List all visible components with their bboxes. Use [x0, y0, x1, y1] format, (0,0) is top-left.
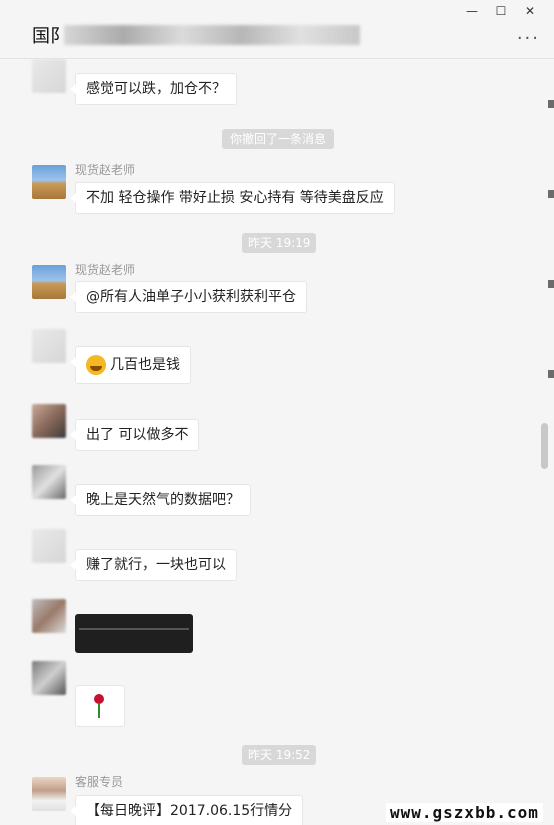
timestamp: 昨天 19:19 [242, 233, 317, 253]
minimize-button[interactable]: — [462, 3, 482, 19]
blurred-title-region [64, 25, 360, 45]
avatar[interactable] [32, 404, 66, 438]
message-bubble[interactable]: @所有人油单子小小获利获利平仓 [70, 281, 307, 313]
recall-notice: 你撤回了一条消息 [222, 129, 335, 149]
sender-name: 客服专员 [75, 775, 124, 789]
timestamp: 昨天 19:52 [242, 745, 317, 765]
image-message[interactable] [75, 614, 193, 653]
avatar[interactable] [32, 777, 66, 811]
watermark: www.gszxbb.com [386, 803, 543, 822]
close-button[interactable]: ✕ [520, 3, 540, 19]
avatar[interactable] [32, 599, 66, 633]
chat-message-list: 感觉可以跌，加仓不？ 你撤回了一条消息 现货赵老师 不加 轻仓操作 带好止损 安… [0, 59, 543, 825]
message-bubble[interactable]: 几百也是钱 [70, 346, 191, 384]
avatar[interactable] [32, 529, 66, 563]
image-content [79, 628, 189, 630]
rose-icon [94, 694, 104, 704]
message-bubble[interactable]: 【每日晚评】2017.06.15行情分 [69, 795, 304, 825]
avatar[interactable] [32, 265, 66, 299]
message-text: 几百也是钱 [110, 357, 180, 373]
message-bubble[interactable]: 感觉可以跌，加仓不？ [70, 73, 237, 105]
background-window-edge [548, 60, 554, 460]
message-bubble[interactable]: 不加 轻仓操作 带好止损 安心持有 等待美盘反应 [70, 182, 395, 214]
sender-name: 现货赵老师 [75, 163, 136, 177]
chat-title: 国阝 [32, 26, 68, 47]
avatar[interactable] [32, 661, 66, 695]
rose-stem [98, 704, 100, 718]
avatar[interactable] [32, 465, 66, 499]
avatar[interactable] [32, 59, 66, 93]
more-options-icon[interactable]: ··· [517, 28, 540, 49]
message-bubble[interactable]: 晚上是天然气的数据吧？ [70, 484, 251, 516]
maximize-button[interactable]: ☐ [491, 3, 511, 19]
title-bar: 国阝 — ☐ ✕ ··· [0, 0, 554, 59]
avatar[interactable] [32, 165, 66, 199]
grin-emoji-icon [86, 355, 106, 375]
message-bubble[interactable]: 出了 可以做多不 [69, 419, 200, 451]
sender-name: 现货赵老师 [75, 263, 136, 277]
avatar[interactable] [32, 329, 66, 363]
rose-sticker[interactable] [75, 685, 125, 727]
message-bubble[interactable]: 赚了就行，一块也可以 [70, 549, 237, 581]
